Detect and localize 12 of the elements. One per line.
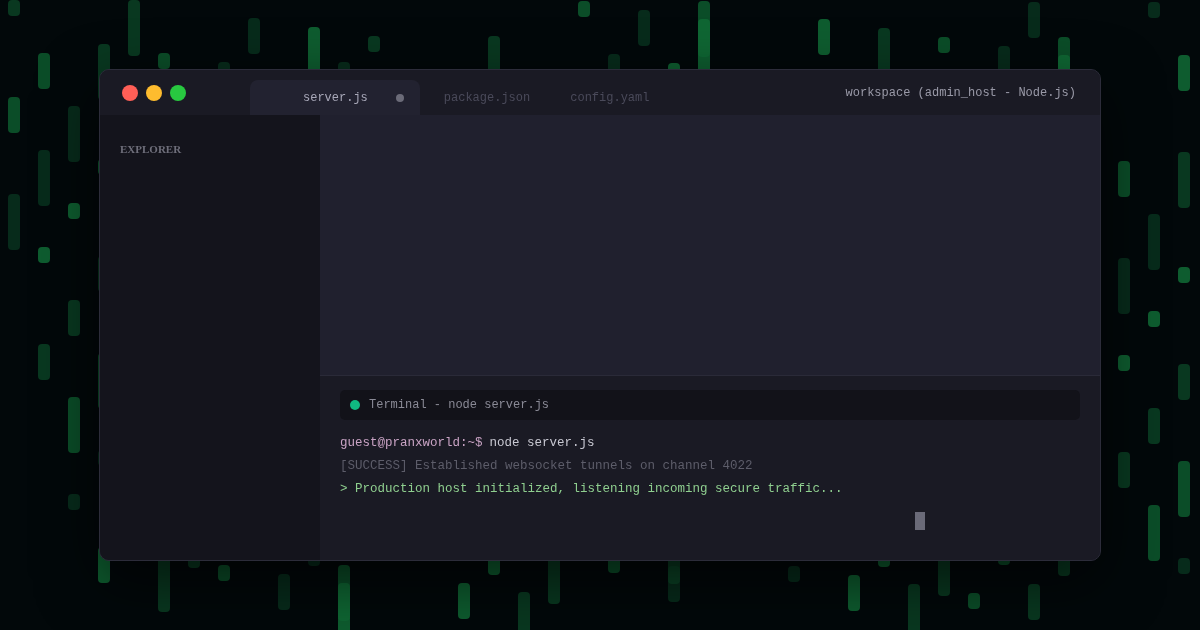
close-button[interactable]	[122, 84, 138, 101]
terminal-title: Terminal - node server.js	[369, 398, 550, 412]
sidebar-title: EXPLORER	[120, 143, 182, 155]
editor-tab[interactable]: server.js	[250, 80, 420, 115]
window-title: workspace (admin_host - Node.js)	[845, 85, 1076, 100]
tab-label: server.js	[303, 90, 368, 105]
terminal-output: > Production host initialized, listening incoming secure traffic...	[340, 482, 843, 496]
maximize-button[interactable]	[170, 84, 186, 101]
terminal-prompt: guest@pranxworld:~$	[340, 436, 483, 450]
minimize-button[interactable]	[146, 84, 162, 101]
terminal-output: [SUCCESS] Established websocket tunnels on channel 4022	[340, 459, 753, 473]
terminal-command: node server.js	[489, 436, 595, 450]
